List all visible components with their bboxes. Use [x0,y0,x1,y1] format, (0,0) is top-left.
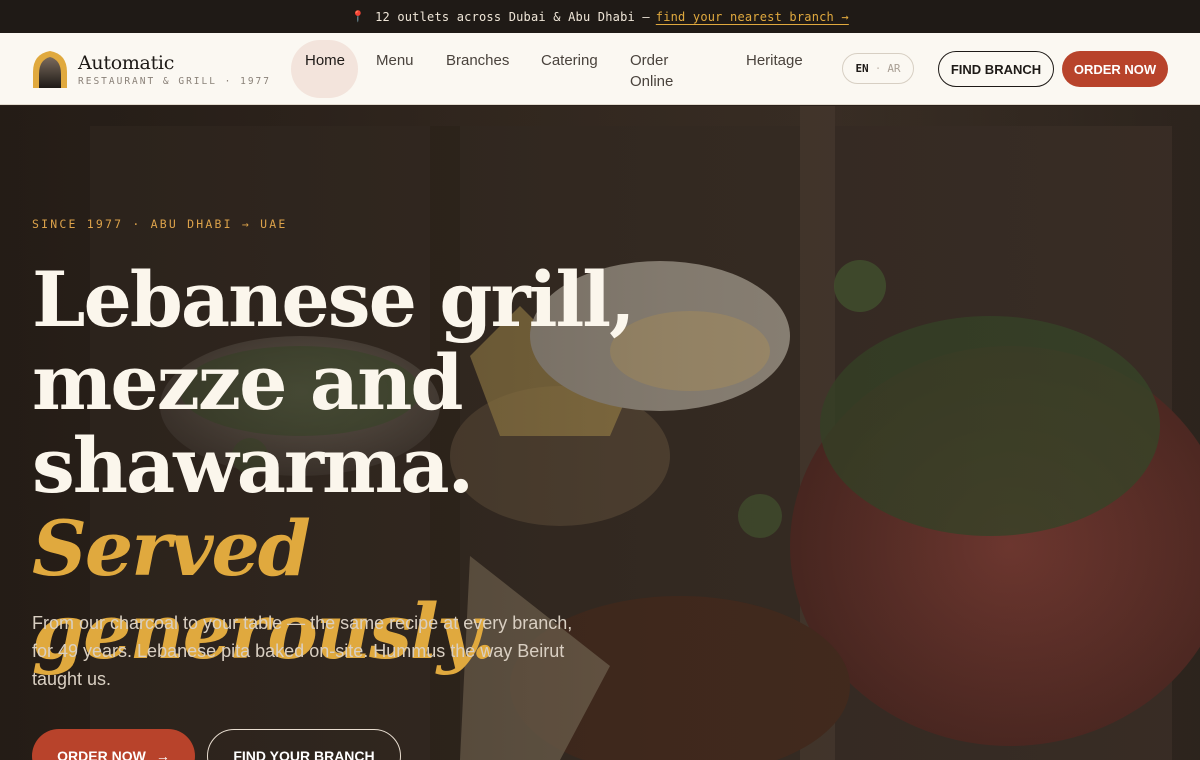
find-branch-button[interactable]: FIND BRANCH [938,51,1054,87]
site-header: Automatic RESTAURANT & GRILL · 1977 Home… [0,33,1200,105]
location-pin-icon: 📍 [351,10,366,23]
headline-line-1: Lebanese grill, [32,255,636,344]
hero-order-now-label: ORDER NOW [57,748,146,760]
brand-tagline: RESTAURANT & GRILL · 1977 [78,75,271,87]
arrow-right-icon: → [155,748,170,760]
hero-find-branch-button[interactable]: FIND YOUR BRANCH [207,729,401,760]
nav-item-heritage[interactable]: Heritage [746,50,803,71]
language-switcher[interactable]: EN · AR [842,53,914,84]
nav-item-catering[interactable]: Catering [541,50,598,71]
hero-section: SINCE 1977 · ABU DHABI → UAE Lebanese gr… [0,106,1200,760]
brand-name: Automatic [78,51,175,74]
hero-lead-text: From our charcoal to your table — the sa… [32,613,573,689]
order-now-button[interactable]: ORDER NOW [1062,51,1168,87]
lang-separator: · [874,62,882,75]
nav-item-branches[interactable]: Branches [446,50,509,71]
nav-item-menu[interactable]: Menu [376,50,414,71]
find-nearest-branch-link[interactable]: find your nearest branch → [656,10,849,24]
brand-logo[interactable]: Automatic RESTAURANT & GRILL · 1977 [32,50,271,88]
headline-line-3: shawarma. [32,421,474,510]
hero-order-now-button[interactable]: ORDER NOW → [32,729,195,760]
announcement-bar: 📍 12 outlets across Dubai & Abu Dhabi — … [0,0,1200,33]
hero-eyebrow: SINCE 1977 · ABU DHABI → UAE [32,217,288,231]
announcement-text: 12 outlets across Dubai & Abu Dhabi — [375,9,650,24]
lang-en[interactable]: EN [855,62,868,75]
nav-item-order-online[interactable]: Order Online [630,50,690,92]
headline-line-2: mezze and [32,338,464,427]
lang-ar[interactable]: AR [887,62,900,75]
arch-logo-icon [33,51,67,88]
nav-item-home[interactable]: Home [305,50,345,71]
